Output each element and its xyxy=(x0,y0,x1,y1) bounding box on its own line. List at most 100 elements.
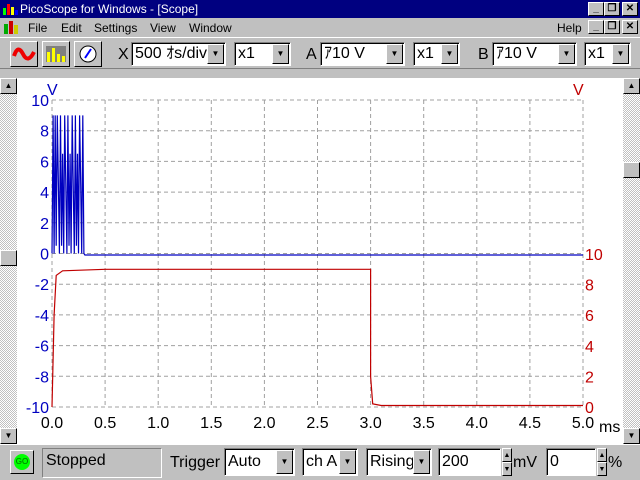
minimize-button[interactable]: _ xyxy=(588,2,604,16)
right-axis-unit: V xyxy=(573,82,584,99)
menu-settings[interactable]: Settings xyxy=(94,21,137,35)
scroll-thumb[interactable] xyxy=(623,162,640,178)
trigger-level-spinner[interactable]: ▲ ▼ xyxy=(502,448,512,476)
channel-a-range-select[interactable]: ｱ10 V ▼ xyxy=(320,42,405,66)
chevron-down-icon[interactable]: ▼ xyxy=(441,44,458,64)
level-unit: mV xyxy=(513,454,537,471)
status-bar: GO Stopped Trigger Auto ▼ ch A ▼ Rising ▼ 2… xyxy=(0,444,640,480)
right-axis-tick-label: 8 xyxy=(585,278,594,295)
document-icon xyxy=(4,21,18,34)
child-restore-button[interactable]: ❐ xyxy=(604,20,620,34)
x-label: X xyxy=(118,46,129,63)
trigger-delay-value: 0 xyxy=(550,453,559,470)
status-text: Stopped xyxy=(46,452,106,469)
delay-unit: % xyxy=(608,454,623,471)
left-axis-tick-label: -4 xyxy=(35,308,49,325)
title-bar: PicoScope for Windows - [Scope] _ ❐ ✕ xyxy=(0,0,640,18)
left-axis-unit: V xyxy=(47,82,58,99)
spectrum-icon xyxy=(46,46,66,62)
trigger-channel-value: ch A xyxy=(306,453,338,470)
scroll-thumb[interactable] xyxy=(0,250,17,266)
x-tick-label: 1.0 xyxy=(147,415,169,432)
trigger-edge-value: Rising xyxy=(370,453,415,470)
menu-help[interactable]: Help xyxy=(557,21,582,35)
channel-a-label: A xyxy=(306,46,317,63)
timebase-select[interactable]: 500 ｵs/div ▼ xyxy=(131,42,226,66)
x-tick-label: 1.5 xyxy=(200,415,222,432)
channel-b-label: B xyxy=(478,46,489,63)
child-minimize-button[interactable]: _ xyxy=(588,20,604,34)
timebase-value: 500 ｵs/div xyxy=(135,45,208,62)
channel-a-multiplier-select[interactable]: x1 ▼ xyxy=(413,42,460,66)
meter-mode-button[interactable] xyxy=(74,41,102,67)
restore-button[interactable]: ❐ xyxy=(604,2,620,16)
chevron-down-icon[interactable]: ▼ xyxy=(276,450,293,474)
scope-mode-button[interactable] xyxy=(10,41,38,67)
trigger-channel-select[interactable]: ch A ▼ xyxy=(302,448,358,476)
scope-wave-icon xyxy=(12,47,36,61)
chevron-down-icon[interactable]: ▼ xyxy=(558,44,575,64)
menu-window[interactable]: Window xyxy=(189,21,232,35)
spin-down-icon[interactable]: ▼ xyxy=(502,462,512,476)
go-button[interactable]: GO xyxy=(10,450,34,474)
channel-b-multiplier-select[interactable]: x1 ▼ xyxy=(584,42,631,66)
trigger-delay-input[interactable]: 0 xyxy=(546,448,596,476)
toolbar: X 500 ｵs/div ▼ x1 ▼ A ｱ10 V ▼ x1 ▼ B ｱ10 V ▼ … xyxy=(0,37,640,69)
chevron-down-icon[interactable]: ▼ xyxy=(207,44,224,64)
menu-edit[interactable]: Edit xyxy=(61,21,82,35)
x-multiplier-select[interactable]: x1 ▼ xyxy=(234,42,291,66)
channel-a-range-value: ｱ10 V xyxy=(324,45,365,62)
left-axis-tick-label: -10 xyxy=(26,400,49,417)
x-axis-unit: ms xyxy=(599,419,620,436)
scroll-down-icon[interactable]: ▼ xyxy=(623,428,640,444)
scroll-up-icon[interactable]: ▲ xyxy=(623,78,640,94)
menu-view[interactable]: View xyxy=(150,21,176,35)
chevron-down-icon[interactable]: ▼ xyxy=(339,450,356,474)
spin-up-icon[interactable]: ▲ xyxy=(502,448,512,462)
child-close-button[interactable]: ✕ xyxy=(622,20,638,34)
channel-b-multiplier-value: x1 xyxy=(588,45,605,62)
trigger-level-value: 200 xyxy=(442,453,469,470)
scope-chart: 0.0 0.5 1.0 1.5 2.0 2.5 3.0 3.5 4.0 4.5 5.0 10 8 6 4 2 0… xyxy=(26,82,620,436)
left-axis-tick-label: 2 xyxy=(40,216,49,233)
left-axis-tick-label: 6 xyxy=(40,154,49,171)
channel-a-offset-scrollbar[interactable]: ▲ ▼ xyxy=(0,78,17,444)
right-axis-tick-label: 0 xyxy=(585,400,594,417)
trigger-label: Trigger xyxy=(170,454,221,471)
channel-b-range-select[interactable]: ｱ10 V ▼ xyxy=(492,42,577,66)
right-axis-tick-label: 4 xyxy=(585,339,594,356)
go-icon: GO xyxy=(14,454,30,470)
channel-b-offset-scrollbar[interactable]: ▲ ▼ xyxy=(623,78,640,444)
spin-down-icon[interactable]: ▼ xyxy=(597,462,607,476)
right-axis-tick-label: 6 xyxy=(585,308,594,325)
x-tick-label: 5.0 xyxy=(572,415,594,432)
close-button[interactable]: ✕ xyxy=(622,2,638,16)
x-tick-label: 0.5 xyxy=(94,415,116,432)
left-axis-tick-label: -2 xyxy=(35,277,49,294)
trigger-delay-spinner[interactable]: ▲ ▼ xyxy=(597,448,607,476)
chevron-down-icon[interactable]: ▼ xyxy=(612,44,629,64)
x-multiplier-value: x1 xyxy=(238,45,255,62)
spectrum-mode-button[interactable] xyxy=(42,41,70,67)
trigger-level-input[interactable]: 200 xyxy=(438,448,501,476)
chevron-down-icon[interactable]: ▼ xyxy=(413,450,430,474)
app-icon xyxy=(3,4,18,15)
x-tick-label: 0.0 xyxy=(41,415,63,432)
channel-b-range-value: ｱ10 V xyxy=(496,45,537,62)
x-tick-label: 2.0 xyxy=(253,415,275,432)
left-axis-tick-label: -6 xyxy=(35,339,49,356)
chevron-down-icon[interactable]: ▼ xyxy=(386,44,403,64)
channel-a-multiplier-value: x1 xyxy=(417,45,434,62)
menu-bar: File Edit Settings View Window Help _ ❐ … xyxy=(0,18,640,37)
meter-icon xyxy=(79,45,97,63)
left-axis-tick-label: -8 xyxy=(35,369,49,386)
trigger-mode-select[interactable]: Auto ▼ xyxy=(224,448,295,476)
x-tick-label: 3.0 xyxy=(359,415,381,432)
chevron-down-icon[interactable]: ▼ xyxy=(272,44,289,64)
x-tick-label: 3.5 xyxy=(413,415,435,432)
spin-up-icon[interactable]: ▲ xyxy=(597,448,607,462)
scroll-up-icon[interactable]: ▲ xyxy=(0,78,17,94)
scroll-down-icon[interactable]: ▼ xyxy=(0,428,17,444)
trigger-edge-select[interactable]: Rising ▼ xyxy=(366,448,432,476)
menu-file[interactable]: File xyxy=(28,21,47,35)
